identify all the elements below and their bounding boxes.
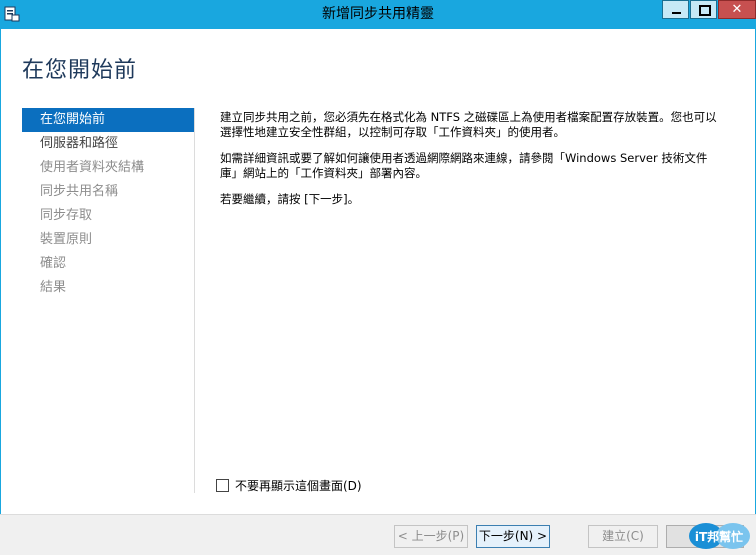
create-button[interactable]: 建立(C): [588, 525, 658, 548]
nav-item-user-folder-structure: 使用者資料夾結構: [40, 160, 145, 175]
nav-item-device-policies: 裝置原則: [40, 232, 93, 247]
nav-item-sync-share-name: 同步共用名稱: [40, 184, 119, 199]
nav-item-before-you-begin[interactable]: 在您開始前: [22, 108, 194, 132]
next-button[interactable]: 下一步(N) >: [476, 525, 550, 548]
intro-paragraph-1-line-2: 選擇性地建立安全性群組，以控制可存取「工作資料夾」的使用者。: [220, 125, 565, 139]
intro-paragraph-2-line-2: 庫」網站上的「工作資料夾」部署內容。: [220, 166, 427, 180]
intro-paragraph-1: 建立同步共用之前，您必須先在格式化為 NTFS 之磁碟區上為使用者檔案配置存放裝…: [220, 110, 742, 140]
intro-paragraph-2: 如需詳細資訊或要了解如何讓使用者透過網際網路來連線，請參閱「Windows Se…: [220, 151, 742, 181]
wizard-footer: < 上一步(P) 下一步(N) > 建立(C) 取消: [0, 514, 756, 555]
nav-item-confirmation: 確認: [40, 256, 67, 271]
nav-item-server-and-path[interactable]: 伺服器和路徑: [22, 132, 194, 156]
title-bar: 新增同步共用精靈 ✕: [0, 0, 756, 29]
ithome-watermark-logo: iT邦幫忙: [689, 523, 750, 549]
nav-item-results: 結果: [40, 280, 67, 295]
wizard-step-nav: 在您開始前 伺服器和路徑 使用者資料夾結構 同步共用名稱 同步存取 裝置原則 確…: [22, 108, 194, 300]
dont-show-again-label[interactable]: 不要再顯示這個畫面(D): [235, 479, 362, 493]
window-title: 新增同步共用精靈: [322, 6, 434, 22]
intro-paragraph-1-line-1: 建立同步共用之前，您必須先在格式化為 NTFS 之磁碟區上為使用者檔案配置存放裝…: [220, 110, 717, 124]
watermark-text: iT邦幫忙: [695, 529, 743, 544]
maximize-button[interactable]: [690, 0, 717, 19]
intro-paragraph-3: 若要繼續，請按 [下一步]。: [220, 192, 360, 206]
close-button[interactable]: ✕: [718, 0, 756, 19]
intro-text: 建立同步共用之前，您必須先在格式化為 NTFS 之磁碟區上為使用者檔案配置存放裝…: [220, 110, 742, 218]
minimize-button[interactable]: [662, 0, 689, 19]
nav-item-sync-access: 同步存取: [40, 208, 93, 223]
dont-show-again-checkbox[interactable]: [216, 479, 229, 492]
page-title: 在您開始前: [22, 58, 138, 83]
close-icon: ✕: [731, 2, 743, 17]
intro-paragraph-2-line-1: 如需詳細資訊或要了解如何讓使用者透過網際網路來連線，請參閱「Windows Se…: [220, 151, 708, 165]
dont-show-again-row[interactable]: 不要再顯示這個畫面(D): [216, 479, 362, 494]
previous-button[interactable]: < 上一步(P): [394, 525, 468, 548]
nav-divider: [194, 108, 195, 493]
